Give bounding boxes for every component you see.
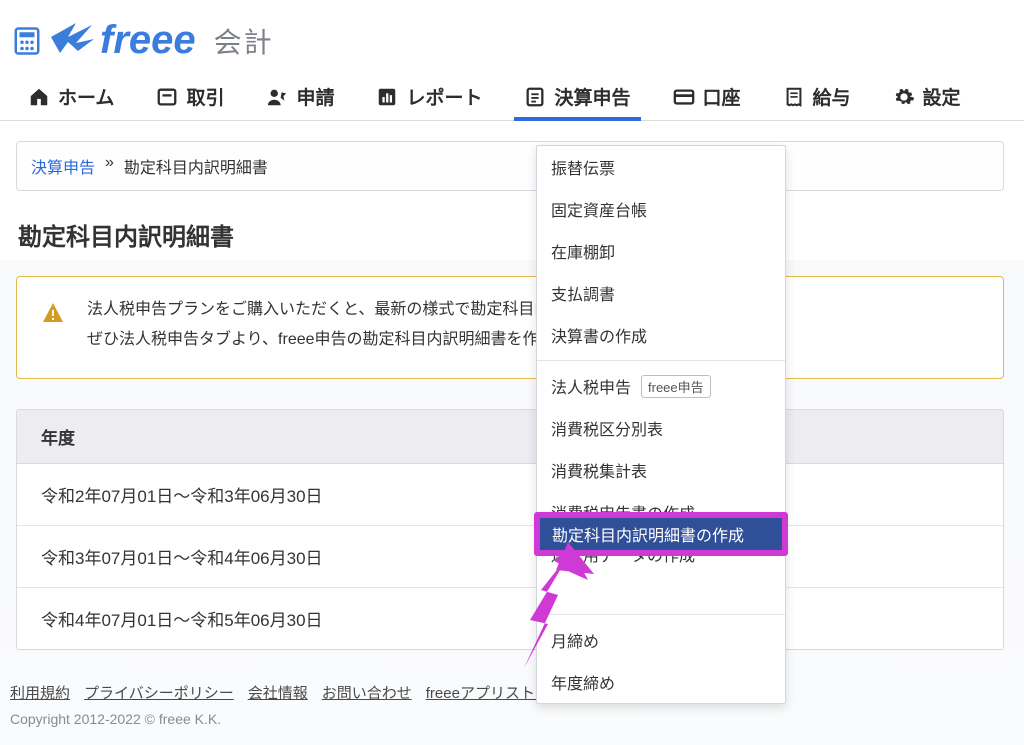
page-title: 勘定科目内訳明細書 [18,217,1004,252]
dropdown-item-label: 在庫棚卸 [551,239,615,263]
warning-icon [41,301,67,356]
nav-label: 設定 [923,83,961,110]
dropdown-item[interactable]: 決算書の作成 [537,314,785,356]
nav-label: レポート [406,83,482,110]
nav-label: 決算申告 [554,83,630,110]
kessan-dropdown: 振替伝票固定資産台帳在庫棚卸支払調書決算書の作成法人税申告 freee申告消費税区… [536,145,786,704]
dropdown-item-label: 消費税集計表 [551,458,647,482]
dropdown-item-label: 振替伝票 [551,155,615,179]
dropdown-item[interactable]: 消費税区分別表 [537,407,785,449]
brand-name: freee [100,18,196,63]
nav-home[interactable]: ホーム [26,71,116,120]
footer-link[interactable]: プライバシーポリシー [84,682,234,703]
dropdown-item-label: 支払調書 [551,281,615,305]
dropdown-item-label: 年度締め [551,670,615,694]
brand-lockup[interactable]: freee 会計 [12,18,274,63]
footer-links: 利用規約プライバシーポリシー会社情報お問い合わせ freeeアプリストア [10,682,1014,703]
dropdown-item[interactable]: 消費税申告書の作成 [537,491,785,533]
dropdown-item-label: 法人税申告 [551,374,631,398]
dropdown-item[interactable]: 支払調書 [537,272,785,314]
nav-person[interactable]: 申請 [264,71,336,120]
dropdown-item[interactable]: 振替伝票 [537,146,785,188]
dropdown-item[interactable]: 消費税集計表 [537,449,785,491]
chart-icon [376,86,398,108]
footer: 利用規約プライバシーポリシー会社情報お問い合わせ freeeアプリストア Copy… [0,670,1024,745]
copyright: Copyright 2012-2022 © freee K.K. [10,711,1014,727]
dropdown-item[interactable]: 法人税申告 freee申告 [537,365,785,407]
table-header: 年度 [17,410,1003,464]
nav-gear[interactable]: 設定 [891,71,963,120]
nav-label: 給与 [813,83,851,110]
nav-doc[interactable]: 決算申告 [522,71,632,120]
product-name: 会計 [214,21,274,61]
footer-link[interactable]: freeeアプリストア [426,682,550,703]
bird-icon [48,19,98,63]
home-icon [28,86,50,108]
breadcrumb-sep: » [105,154,114,178]
receipt-icon [783,86,805,108]
breadcrumb-current: 勘定科目内訳明細書 [124,154,268,178]
dropdown-tag: freee申告 [641,375,711,398]
table-row[interactable]: 令和3年07月01日〜令和4年06月30日 [17,526,1003,588]
dropdown-item[interactable]: 月締め [537,619,785,661]
footer-link[interactable]: 利用規約 [10,682,70,703]
nav-label: 取引 [186,83,224,110]
table-row[interactable]: 令和2年07月01日〜令和3年06月30日 [17,464,1003,526]
main-nav: ホーム 取引 申請 レポート 決算申告 口座 給与 設定 [0,71,1024,121]
dropdown-item-label: 月締め [551,628,599,652]
dropdown-item-label: 消費税区分別表 [551,416,663,440]
dropdown-item[interactable]: 連携用データの作成 [537,533,785,575]
dropdown-item-label: 固定資産台帳 [551,197,647,221]
plan-alert: 法人税申告プランをご購入いただくと、最新の様式で勘定科目内訳明細書を作成できます… [16,276,1004,379]
gear-icon [893,86,915,108]
dropdown-item-label: 消費税申告書の作成 [551,500,695,524]
dropdown-item[interactable]: 年度締め [537,661,785,703]
card-icon [673,86,695,108]
nav-card[interactable]: 口座 [671,71,743,120]
nav-label: ホーム [58,83,114,110]
table-row[interactable]: 令和4年07月01日〜令和5年06月30日 [17,588,1003,649]
breadcrumb: 決算申告 » 勘定科目内訳明細書 [16,141,1004,191]
nav-chart[interactable]: レポート [374,71,484,120]
dropdown-item[interactable]: 固定資産台帳 [537,188,785,230]
fiscal-year-table: 年度 令和2年07月01日〜令和3年06月30日令和3年07月01日〜令和4年0… [16,409,1004,650]
footer-link[interactable]: 会社情報 [248,682,308,703]
person-icon [266,86,288,108]
doc-icon [524,86,546,108]
header-bar: freee 会計 [0,0,1024,71]
dropdown-item[interactable]: 在庫棚卸 [537,230,785,272]
calculator-icon [12,25,42,57]
breadcrumb-root[interactable]: 決算申告 [31,154,95,178]
square-icon [156,86,178,108]
dropdown-item-label: 決算書の作成 [551,323,647,347]
nav-receipt[interactable]: 給与 [781,71,853,120]
nav-square[interactable]: 取引 [154,71,226,120]
nav-label: 申請 [296,83,334,110]
footer-link[interactable]: お問い合わせ [322,682,412,703]
dropdown-item-label: 連携用データの作成 [551,542,695,566]
nav-label: 口座 [703,83,741,110]
